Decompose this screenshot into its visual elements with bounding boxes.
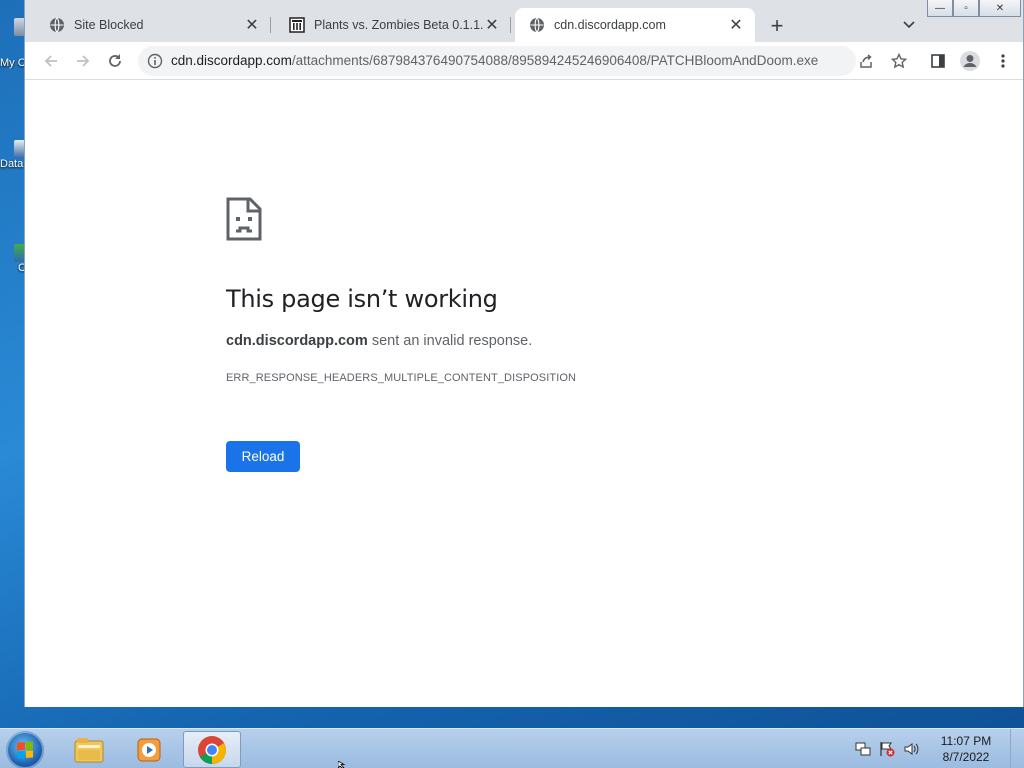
side-panel-icon: [931, 54, 945, 68]
back-button[interactable]: [39, 49, 63, 73]
window-controls: — ▫ ✕: [927, 0, 1021, 17]
error-heading: This page isn’t working: [226, 285, 498, 313]
tab-title: Site Blocked: [74, 18, 144, 32]
clock-time: 11:07 PM: [940, 734, 992, 748]
clock-date: 8/7/2022: [942, 750, 990, 764]
error-host: cdn.discordapp.com: [226, 333, 368, 349]
taskbar-clock[interactable]: 11:07 PM 8/7/2022: [926, 733, 1006, 765]
address-url[interactable]: cdn.discordapp.com/attachments/687984376…: [171, 53, 818, 68]
chrome-icon: [198, 735, 226, 764]
reload-toolbar-button[interactable]: [103, 49, 127, 73]
sad-page-icon: [226, 197, 262, 241]
tab-close-icon[interactable]: ✕: [483, 16, 501, 34]
url-path: /attachments/687984376490754088/89589424…: [291, 53, 819, 68]
address-bar[interactable]: cdn.discordapp.com/attachments/687984376…: [138, 46, 856, 76]
tab-close-icon[interactable]: ✕: [243, 16, 261, 34]
profile-button[interactable]: [958, 49, 982, 73]
browser-toolbar: cdn.discordapp.com/attachments/687984376…: [25, 42, 1023, 80]
error-code: ERR_RESPONSE_HEADERS_MULTIPLE_CONTENT_DI…: [226, 372, 577, 384]
file-explorer-icon: [74, 737, 104, 762]
reload-icon: [109, 54, 121, 67]
windows-logo-icon: [17, 741, 33, 759]
tab-strip: Site Blocked ✕ Plants vs. Zombies Beta 0…: [25, 0, 1023, 42]
tab-title: cdn.discordapp.com: [554, 18, 666, 32]
mouse-cursor-icon: [338, 761, 346, 768]
back-arrow-icon: [44, 55, 57, 67]
forward-button[interactable]: [71, 49, 95, 73]
desktop-icon-label: C: [18, 262, 26, 274]
volume-icon[interactable]: [902, 740, 920, 758]
share-button[interactable]: [854, 49, 878, 73]
desktop-icons: My C Data C: [0, 0, 26, 720]
desktop-icon-my-computer[interactable]: My C: [0, 18, 26, 69]
kebab-menu-icon: [1001, 54, 1005, 68]
new-tab-button[interactable]: +: [765, 13, 789, 38]
star-icon: [891, 53, 907, 69]
share-icon: [860, 54, 872, 68]
restore-button[interactable]: ▫: [953, 0, 979, 17]
page-content: This page isn’t working cdn.discordapp.c…: [25, 80, 1023, 707]
site-info-icon[interactable]: [147, 53, 163, 69]
tab-title: Plants vs. Zombies Beta 0.1.1.101: [314, 18, 483, 32]
media-player-icon: [137, 738, 161, 761]
reload-button[interactable]: Reload: [226, 441, 300, 472]
tab-cdn-discordapp[interactable]: cdn.discordapp.com ✕: [515, 8, 755, 42]
desktop-icon-label: Data: [0, 158, 24, 170]
globe-icon: [530, 17, 544, 33]
tab-close-icon[interactable]: ✕: [727, 16, 745, 34]
side-panel-button[interactable]: [926, 49, 950, 73]
minimize-button[interactable]: —: [927, 0, 953, 17]
desktop-icon-label: My C: [0, 57, 26, 69]
close-window-button[interactable]: ✕: [979, 0, 1021, 17]
tab-plants-vs-zombies[interactable]: Plants vs. Zombies Beta 0.1.1.101 ✕: [275, 8, 511, 42]
bookmark-button[interactable]: [887, 49, 911, 73]
taskbar-media-player[interactable]: [120, 731, 178, 768]
taskbar-chrome[interactable]: [183, 731, 241, 768]
show-desktop-button[interactable]: [1010, 729, 1024, 768]
tab-site-blocked[interactable]: Site Blocked ✕: [35, 8, 271, 42]
taskbar: 11:07 PM 8/7/2022: [0, 728, 1024, 768]
system-tray: 11:07 PM 8/7/2022: [854, 729, 1024, 768]
action-center-warning-icon[interactable]: [878, 740, 896, 758]
start-button[interactable]: [6, 731, 44, 768]
forward-arrow-icon: [77, 55, 90, 67]
profile-avatar-icon: [960, 51, 980, 71]
archive-icon: [289, 17, 305, 33]
desktop-icon-data[interactable]: Data: [0, 118, 26, 170]
tab-search-chevron-icon[interactable]: [899, 14, 919, 36]
taskbar-file-explorer[interactable]: [60, 731, 118, 768]
browser-window: Site Blocked ✕ Plants vs. Zombies Beta 0…: [24, 0, 1024, 707]
globe-icon: [50, 17, 64, 33]
url-host: cdn.discordapp.com: [171, 53, 292, 68]
error-message-text: sent an invalid response.: [367, 333, 533, 349]
desktop-icon-c[interactable]: C: [0, 222, 26, 274]
menu-button[interactable]: [991, 49, 1015, 73]
network-icon[interactable]: [854, 740, 872, 758]
error-message: cdn.discordapp.com sent an invalid respo…: [226, 333, 532, 349]
